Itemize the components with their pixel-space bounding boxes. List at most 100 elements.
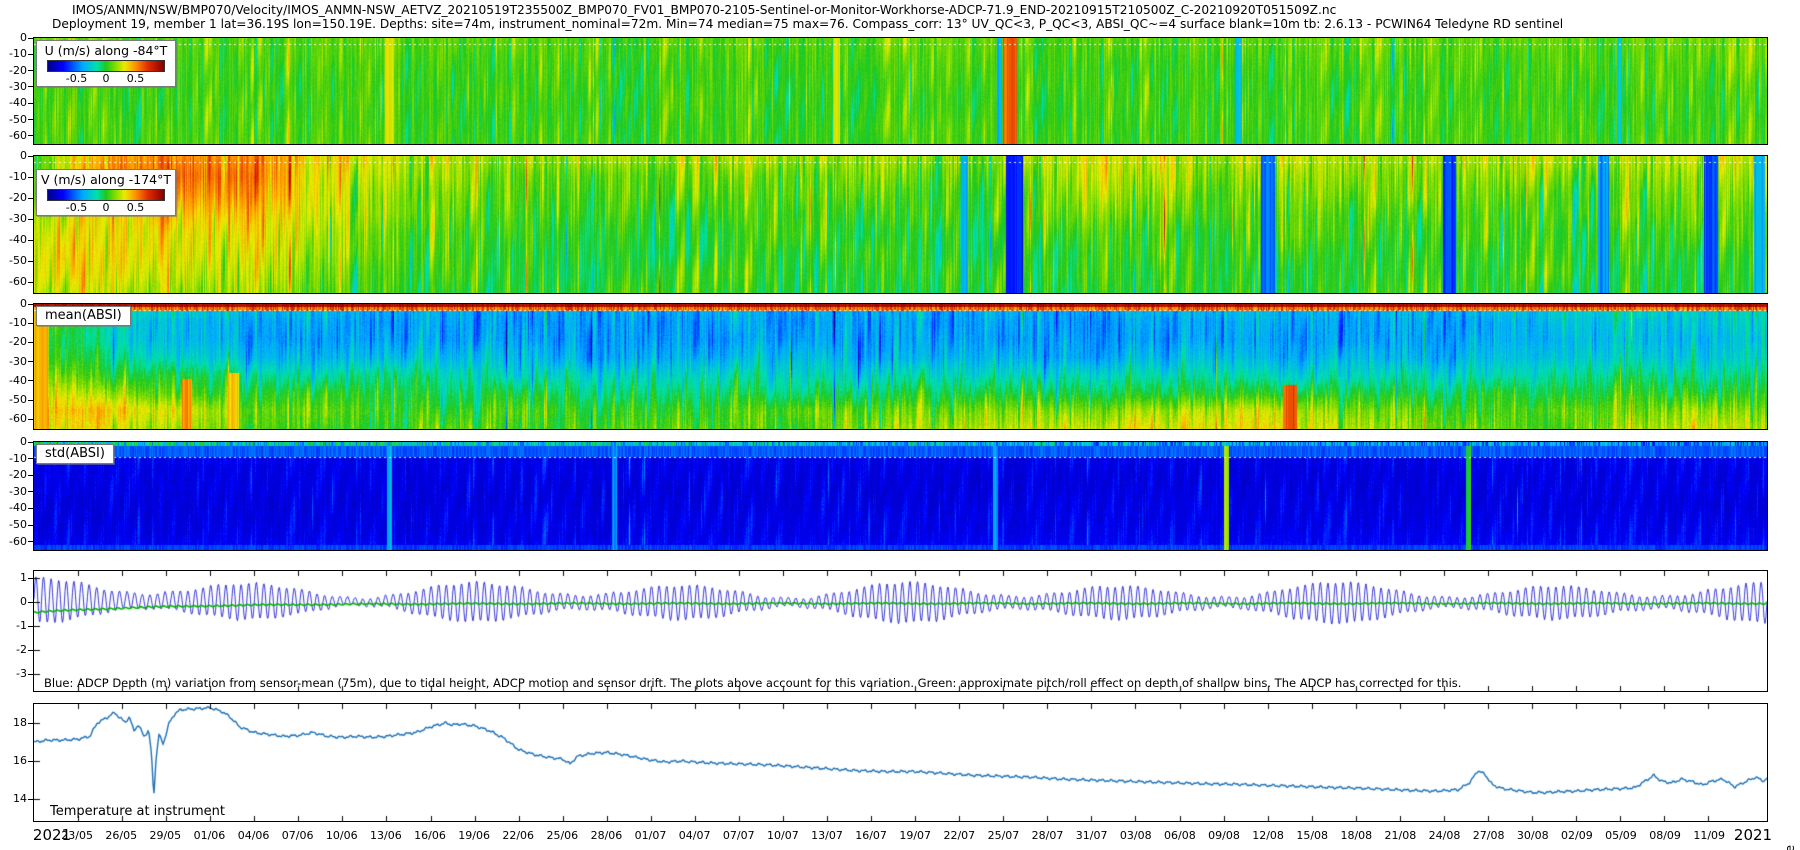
x-tick-label: 22/06 <box>502 829 534 842</box>
v-colorbar <box>47 189 165 201</box>
copyright-watermark: © IMOS 05-May-2025 06:24:24 Hobart time <box>1783 845 1797 850</box>
y-tick-mark <box>28 442 33 443</box>
y-tick-mark <box>28 323 33 324</box>
y-tick-label: 16 <box>0 755 27 767</box>
mean-absi-legend: mean(ABSI) <box>36 306 131 326</box>
y-tick-label: -10 <box>0 453 27 465</box>
x-tick-label: 11/09 <box>1693 829 1725 842</box>
y-tick-label: 0 <box>0 32 27 44</box>
u-velocity-heatmap <box>34 38 1767 144</box>
y-tick-mark <box>28 156 33 157</box>
colorbar-tick-label: -0.5 <box>66 72 87 85</box>
y-tick-label: -60 <box>0 276 27 288</box>
x-tick-label: 26/05 <box>105 829 137 842</box>
y-tick-label: -10 <box>0 48 27 60</box>
y-tick-mark <box>28 342 33 343</box>
y-tick-mark <box>28 525 33 526</box>
y-tick-label: -30 <box>0 356 27 368</box>
depth-variation-note: Blue: ADCP Depth (m) variation from sens… <box>44 676 1461 690</box>
depth-variation-plot <box>34 571 1767 691</box>
colorbar-tick-label: 0.5 <box>127 201 145 214</box>
y-tick-mark <box>28 304 33 305</box>
y-tick-mark <box>28 282 33 283</box>
u-colorbar <box>47 60 165 72</box>
y-tick-mark <box>28 70 33 71</box>
y-tick-mark <box>28 261 33 262</box>
x-tick-label: 16/07 <box>855 829 887 842</box>
y-tick-label: -40 <box>0 502 27 514</box>
y-tick-label: -10 <box>0 317 27 329</box>
std-absi-heatmap <box>34 442 1767 550</box>
y-tick-label: -50 <box>0 114 27 126</box>
x-axis-year-left: 2021 <box>33 826 71 844</box>
y-tick-label: -20 <box>0 469 27 481</box>
y-tick-mark <box>28 361 33 362</box>
y-tick-label: 1 <box>0 572 27 584</box>
x-tick-label: 01/06 <box>194 829 226 842</box>
x-tick-label: 16/06 <box>414 829 446 842</box>
y-tick-label: -60 <box>0 536 27 548</box>
figure-title-line2: Deployment 19, member 1 lat=36.19S lon=1… <box>52 17 1563 31</box>
y-tick-mark <box>28 458 33 459</box>
y-tick-label: 0 <box>0 150 27 162</box>
y-tick-mark <box>28 400 33 401</box>
y-tick-mark <box>28 508 33 509</box>
x-tick-label: 01/07 <box>635 829 667 842</box>
y-tick-label: -20 <box>0 65 27 77</box>
adcp-summary-figure: IMOS/ANMN/NSW/BMP070/Velocity/IMOS_ANMN-… <box>0 0 1800 850</box>
y-tick-label: 18 <box>0 717 27 729</box>
u-velocity-legend-title: U (m/s) along -84°T <box>37 41 175 59</box>
x-tick-label: 07/06 <box>282 829 314 842</box>
y-tick-label: -20 <box>0 336 27 348</box>
u-colorbar-ticks: -0.5 0 0.5 <box>47 72 165 86</box>
y-tick-mark <box>28 491 33 492</box>
std-absi-legend: std(ABSI) <box>36 444 114 464</box>
x-tick-label: 05/09 <box>1605 829 1637 842</box>
x-tick-label: 25/06 <box>546 829 578 842</box>
panel-mean-absi: mean(ABSI) <box>33 303 1768 430</box>
x-tick-label: 22/07 <box>943 829 975 842</box>
mean-absi-heatmap <box>34 304 1767 429</box>
panel-v-velocity: V (m/s) along -174°T -0.5 0 0.5 <box>33 155 1768 294</box>
y-tick-mark <box>28 674 33 675</box>
y-tick-mark <box>28 650 33 651</box>
x-tick-label: 07/07 <box>723 829 755 842</box>
x-tick-label: 08/09 <box>1649 829 1681 842</box>
y-tick-mark <box>28 177 33 178</box>
y-tick-mark <box>28 103 33 104</box>
v-colorbar-ticks: -0.5 0 0.5 <box>47 201 165 215</box>
x-tick-label: 18/08 <box>1340 829 1372 842</box>
v-velocity-legend-title: V (m/s) along -174°T <box>37 170 175 188</box>
x-tick-label: 19/07 <box>899 829 931 842</box>
y-tick-mark <box>28 419 33 420</box>
u-velocity-legend: U (m/s) along -84°T -0.5 0 0.5 <box>36 40 176 87</box>
y-tick-mark <box>28 626 33 627</box>
y-tick-mark <box>28 578 33 579</box>
y-tick-mark <box>28 602 33 603</box>
x-tick-label: 03/08 <box>1120 829 1152 842</box>
y-tick-mark <box>28 475 33 476</box>
x-tick-label: 28/06 <box>591 829 623 842</box>
x-tick-label: 04/07 <box>679 829 711 842</box>
y-tick-mark <box>28 761 33 762</box>
panel-depth-variation: Blue: ADCP Depth (m) variation from sens… <box>33 570 1768 692</box>
x-tick-label: 21/08 <box>1385 829 1417 842</box>
x-tick-label: 02/09 <box>1561 829 1593 842</box>
y-tick-label: -40 <box>0 97 27 109</box>
y-tick-mark <box>28 219 33 220</box>
y-tick-label: -40 <box>0 375 27 387</box>
temperature-label: Temperature at instrument <box>50 804 225 819</box>
y-tick-mark <box>28 380 33 381</box>
x-tick-label: 30/08 <box>1517 829 1549 842</box>
y-tick-label: 14 <box>0 793 27 805</box>
x-tick-label: 25/07 <box>988 829 1020 842</box>
x-tick-label: 06/08 <box>1164 829 1196 842</box>
colorbar-tick-label: 0 <box>103 201 110 214</box>
figure-title-line1: IMOS/ANMN/NSW/BMP070/Velocity/IMOS_ANMN-… <box>72 3 1336 17</box>
x-tick-label: 10/06 <box>326 829 358 842</box>
x-tick-label: 29/05 <box>149 829 181 842</box>
colorbar-tick-label: 0.5 <box>127 72 145 85</box>
y-tick-label: -30 <box>0 81 27 93</box>
y-tick-mark <box>28 54 33 55</box>
y-tick-mark <box>28 198 33 199</box>
